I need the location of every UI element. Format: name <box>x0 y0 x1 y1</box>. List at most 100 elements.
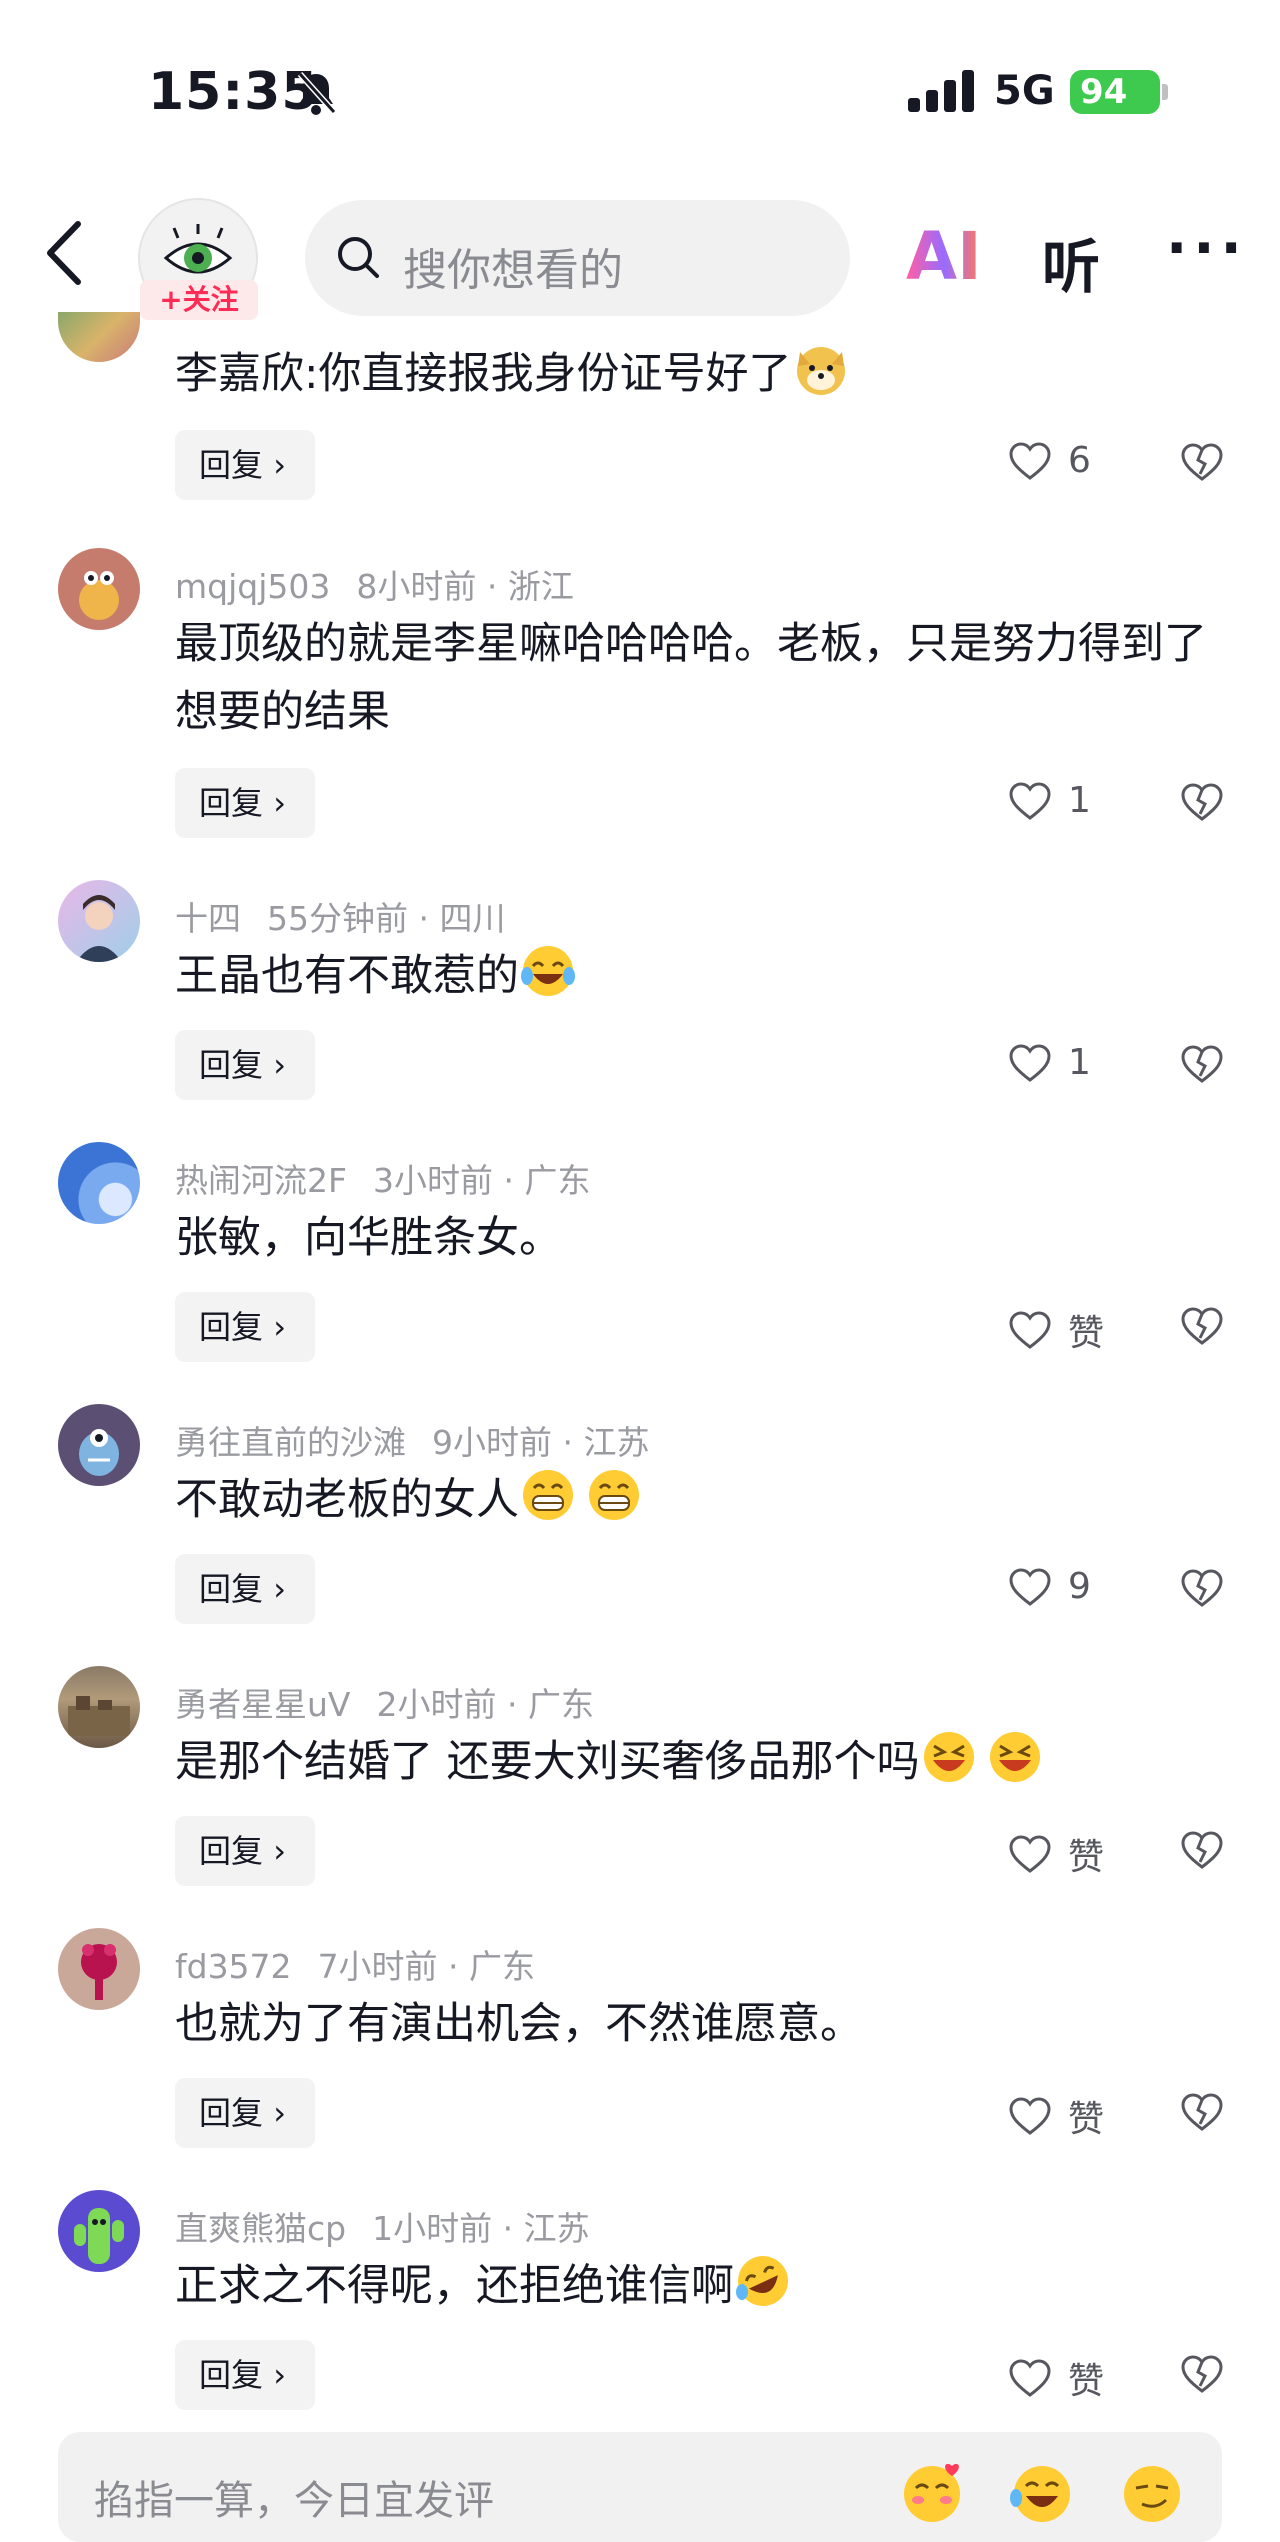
comment-text: 张敏，向华胜条女。 <box>175 1213 562 1263</box>
username[interactable]: 勇者星星uV <box>175 1685 351 1724</box>
comment-location: 广东 <box>527 1685 594 1724</box>
like-button[interactable]: 赞 <box>1008 1304 1104 1356</box>
broken-heart-icon[interactable] <box>1180 1306 1224 1346</box>
comment-location: 浙江 <box>507 567 574 606</box>
like-button[interactable]: 1 <box>1008 780 1091 821</box>
like-button[interactable]: 1 <box>1008 1042 1091 1083</box>
user-avatar[interactable] <box>58 880 140 962</box>
author-avatar[interactable]: +关注 <box>138 198 258 320</box>
search-placeholder: 搜你想看的 <box>403 245 623 296</box>
user-avatar[interactable] <box>58 1928 140 2010</box>
comment-location: 四川 <box>439 899 506 938</box>
like-button[interactable]: 9 <box>1008 1566 1091 1607</box>
broken-heart-icon[interactable] <box>1180 1568 1224 1608</box>
heart-icon <box>1009 1311 1051 1349</box>
signal-icon <box>908 70 974 112</box>
smirk-emoji-icon[interactable] <box>1120 2460 1184 2524</box>
broken-heart-icon[interactable] <box>1180 1044 1224 1084</box>
comment-time: 8小时前 <box>356 567 477 606</box>
heart-icon <box>1009 781 1051 820</box>
reply-button[interactable]: 回复 › <box>175 1292 315 1362</box>
username[interactable]: 热闹河流2F <box>175 1161 347 1200</box>
status-time: 15:35 <box>148 62 319 122</box>
more-button[interactable]: ··· <box>1166 216 1248 281</box>
comment-location: 广东 <box>469 1947 536 1986</box>
comment-input-bar[interactable]: 掐指一算，今日宜发评 <box>58 2432 1222 2542</box>
comment-meta: 勇者星星uV 2小时前 · 广东 <box>175 1685 594 1724</box>
rolling-laugh-emoji-icon <box>736 2256 788 2306</box>
like-count: 赞 <box>1068 1837 1105 1878</box>
username[interactable]: mqjqj503 <box>175 567 330 606</box>
comment-time: 2小时前 <box>376 1685 497 1724</box>
user-avatar[interactable] <box>58 2190 140 2272</box>
username[interactable]: 十四 <box>175 899 241 938</box>
reply-button[interactable]: 回复 › <box>175 2078 315 2148</box>
reply-button[interactable]: 回复 › <box>175 430 315 500</box>
reply-button[interactable]: 回复 › <box>175 2340 315 2410</box>
comment-text: 也就为了有演出机会，不然谁愿意。 <box>175 1999 863 2049</box>
heart-icon <box>1009 1835 1051 1873</box>
broken-heart-icon[interactable] <box>1180 2092 1224 2132</box>
laughing-tears-emoji-icon[interactable] <box>1010 2460 1074 2524</box>
follow-button[interactable]: +关注 <box>140 280 258 320</box>
heart-icon <box>1009 2097 1051 2135</box>
grin-emoji-icon <box>589 1470 639 1520</box>
listen-button[interactable]: 听 <box>1042 220 1100 304</box>
comment-location: 江苏 <box>523 2209 590 2248</box>
ai-button[interactable]: AI <box>906 218 982 295</box>
top-nav: +关注 搜你想看的 AI 听 ··· <box>0 190 1280 320</box>
like-count: 9 <box>1068 1566 1091 1607</box>
squint-laugh-emoji-icon <box>923 1732 974 1782</box>
comment-meta: fd3572 7小时前 · 广东 <box>175 1947 536 1986</box>
reply-button[interactable]: 回复 › <box>175 1816 315 1886</box>
comment-time: 3小时前 <box>372 1161 493 1200</box>
comment-location: 广东 <box>524 1161 591 1200</box>
network-label: 5G <box>994 68 1055 114</box>
user-avatar[interactable] <box>58 1142 140 1224</box>
heart-icon <box>1009 441 1051 480</box>
grin-emoji-icon <box>523 1470 573 1520</box>
like-count: 赞 <box>1068 1313 1105 1354</box>
comment-time: 55分钟前 <box>267 899 408 938</box>
user-avatar[interactable] <box>58 1404 140 1486</box>
reply-button[interactable]: 回复 › <box>175 1030 315 1100</box>
battery-indicator: 94 <box>1070 70 1160 114</box>
blush-kiss-emoji-icon[interactable] <box>900 2460 964 2524</box>
comment-meta: 勇往直前的沙滩 9小时前 · 江苏 <box>175 1423 650 1462</box>
back-chevron-icon[interactable] <box>42 218 86 288</box>
comment-time: 1小时前 <box>372 2209 493 2248</box>
username[interactable]: fd3572 <box>175 1947 292 1986</box>
comment-meta: 热闹河流2F 3小时前 · 广东 <box>175 1161 591 1200</box>
comment-text: 是那个结婚了 还要大刘买奢侈品那个吗 <box>175 1728 1215 1796</box>
laughing-tears-emoji-icon <box>521 946 575 996</box>
comment-input-placeholder: 掐指一算，今日宜发评 <box>94 2478 494 2524</box>
comment-text: 王晶也有不敢惹的 <box>175 942 1215 1010</box>
user-avatar[interactable] <box>58 548 140 630</box>
reply-button[interactable]: 回复 › <box>175 768 315 838</box>
like-count: 1 <box>1068 780 1091 821</box>
heart-icon <box>1009 2359 1051 2397</box>
heart-icon <box>1009 1567 1051 1606</box>
like-button[interactable]: 赞 <box>1008 1828 1104 1880</box>
like-count: 赞 <box>1068 2099 1105 2140</box>
broken-heart-icon[interactable] <box>1180 782 1224 822</box>
comment-text: 正求之不得呢，还拒绝谁信啊 <box>175 2252 1215 2320</box>
search-bar[interactable]: 搜你想看的 <box>305 200 850 316</box>
reply-button[interactable]: 回复 › <box>175 1554 315 1624</box>
broken-heart-icon[interactable] <box>1180 2354 1224 2394</box>
comment-text: 最顶级的就是李星嘛哈哈哈哈。老板，只是努力得到了想要的结果 <box>175 619 1207 737</box>
username[interactable]: 勇往直前的沙滩 <box>175 1423 406 1462</box>
user-avatar[interactable] <box>58 312 140 362</box>
bell-muted-icon <box>297 71 336 115</box>
comment-time: 9小时前 <box>432 1423 552 1462</box>
comment-meta: 直爽熊猫cp 1小时前 · 江苏 <box>175 2209 590 2248</box>
like-button[interactable]: 赞 <box>1008 2352 1104 2404</box>
broken-heart-icon[interactable] <box>1180 1830 1224 1870</box>
like-button[interactable]: 赞 <box>1008 2090 1104 2142</box>
squint-laugh-emoji-icon <box>989 1732 1040 1782</box>
user-avatar[interactable] <box>58 1666 140 1748</box>
like-count: 6 <box>1068 440 1091 481</box>
username[interactable]: 直爽熊猫cp <box>175 2209 346 2248</box>
like-button[interactable]: 6 <box>1008 440 1091 481</box>
broken-heart-icon[interactable] <box>1180 442 1224 482</box>
